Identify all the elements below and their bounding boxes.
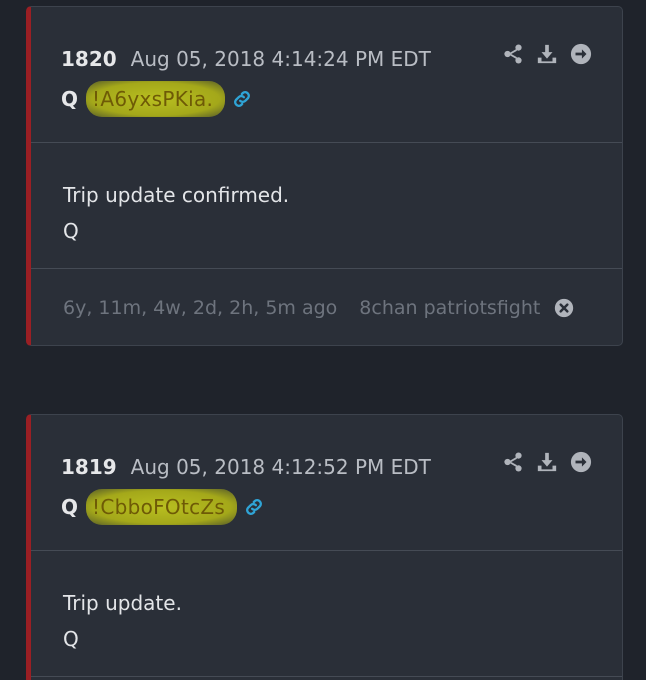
share-icon[interactable]: [502, 451, 524, 473]
post-author: Q !A6yxsPKia.: [61, 81, 253, 117]
post-header: 1820 Aug 05, 2018 4:14:24 PM EDT Q !A6yx…: [31, 7, 622, 143]
post-body: Trip update confirmed. Q: [31, 143, 622, 269]
author-name: Q: [61, 87, 79, 111]
link-icon[interactable]: [243, 496, 265, 518]
post-age: 6y, 11m, 4w, 2d, 2h, 5m ago: [63, 297, 338, 319]
download-icon[interactable]: [536, 43, 558, 65]
post-header: 1819 Aug 05, 2018 4:12:52 PM EDT Q !Cbbo…: [31, 415, 622, 551]
post-author: Q !CbboFOtcZs: [61, 489, 265, 525]
arrow-right-circle-icon[interactable]: [570, 43, 592, 65]
post-meta: 1819 Aug 05, 2018 4:12:52 PM EDT: [61, 455, 431, 479]
author-name: Q: [61, 495, 79, 519]
post-actions: [502, 451, 592, 473]
close-circle-icon[interactable]: [554, 298, 574, 318]
post-footer-info: 6y, 11m, 4w, 2d, 2h, 5m ago 8chan patrio…: [63, 297, 574, 319]
message-line: Trip update.: [63, 591, 182, 615]
page: 1820 Aug 05, 2018 4:14:24 PM EDT Q !A6yx…: [0, 0, 646, 680]
post-timestamp: Aug 05, 2018 4:14:24 PM EDT: [130, 47, 431, 71]
tripcode: !CbboFOtcZs: [86, 489, 238, 525]
share-icon[interactable]: [502, 43, 524, 65]
post-footer: 6y, 11m, 4w, 2d, 2h, 5m ago 8chan patrio…: [31, 269, 622, 347]
post-actions: [502, 43, 592, 65]
post-card: 1820 Aug 05, 2018 4:14:24 PM EDT Q !A6yx…: [26, 6, 623, 346]
message-line: Q: [63, 627, 79, 651]
arrow-right-circle-icon[interactable]: [570, 451, 592, 473]
post-number[interactable]: 1820: [61, 47, 117, 71]
post-card: 1819 Aug 05, 2018 4:12:52 PM EDT Q !Cbbo…: [26, 414, 623, 680]
download-icon[interactable]: [536, 451, 558, 473]
post-source[interactable]: 8chan patriotsfight: [359, 297, 540, 319]
post-number[interactable]: 1819: [61, 455, 117, 479]
message-line: Trip update confirmed.: [63, 183, 290, 207]
post-meta: 1820 Aug 05, 2018 4:14:24 PM EDT: [61, 47, 431, 71]
tripcode: !A6yxsPKia.: [86, 81, 226, 117]
post-body: Trip update. Q: [31, 551, 622, 677]
message-line: Q: [63, 219, 79, 243]
post-timestamp: Aug 05, 2018 4:12:52 PM EDT: [130, 455, 431, 479]
link-icon[interactable]: [231, 88, 253, 110]
